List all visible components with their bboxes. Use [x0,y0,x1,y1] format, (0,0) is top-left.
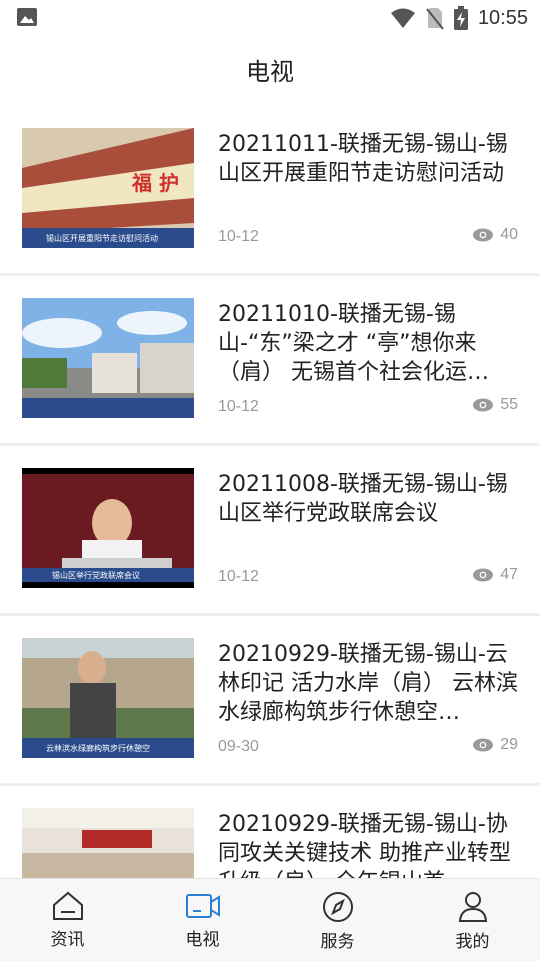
user-icon [458,892,487,922]
item-date: 10-12 [218,568,259,585]
tab-label: 我的 [455,932,490,952]
item-date: 10-12 [218,398,259,415]
tab-label: 服务 [320,932,355,952]
eye-icon [473,738,494,752]
list-item[interactable]: 20210929-联播无锡-锡山-协同攻关关键技术 助推产业转型升级（肩） 全年… [0,786,540,878]
clock: 10:55 [477,6,528,29]
video-thumbnail[interactable]: 锡山区举行党政联席会议 [22,468,194,588]
page-header: 电视 [0,48,540,96]
view-count: 47 [472,566,518,584]
tab-news[interactable]: 资讯 [0,879,135,961]
eye-icon [473,228,494,242]
thumbnail-caption: 云林滨水绿廊构筑步行休憩空 [46,743,150,753]
video-list[interactable]: 福 护 锡山区开展重阳节走访慰问活动 20211011-联播无锡-锡山-锡山区开… [0,106,540,878]
battery-charging-icon [453,6,468,30]
item-date: 10-12 [218,228,259,245]
video-camera-icon [185,894,220,918]
item-date: 09-30 [218,738,259,755]
eye-icon [473,568,494,582]
tab-services[interactable]: 服务 [270,879,405,961]
list-item[interactable]: 福 护 锡山区开展重阳节走访慰问活动 20211011-联播无锡-锡山-锡山区开… [0,106,540,276]
home-icon [52,891,83,920]
eye-icon [473,398,494,412]
tab-label: 资讯 [50,930,85,950]
item-title[interactable]: 20210929-联播无锡-锡山-云林印记 活力水岸（肩） 云林滨水绿廊构筑步行… [218,640,518,727]
wifi-icon [390,8,415,28]
tab-tv[interactable]: 电视 [135,879,270,961]
video-thumbnail[interactable] [22,298,194,418]
list-item[interactable]: 20211010-联播无锡-锡山-“东”梁之才 “亭”想你来（肩） 无锡首个社会… [0,276,540,446]
view-count-value: 55 [500,396,518,413]
compass-icon [322,892,353,922]
bottom-tab-bar: 资讯 电视 服务 我的 [0,878,540,961]
page-title: 电视 [246,58,294,86]
item-title[interactable]: 20211011-联播无锡-锡山-锡山区开展重阳节走访慰问活动 [218,130,518,188]
video-thumbnail[interactable]: 福 护 锡山区开展重阳节走访慰问活动 [22,128,194,248]
view-count-value: 47 [500,566,518,583]
svg-text:福 护: 福 护 [131,171,179,195]
list-item[interactable]: 云林滨水绿廊构筑步行休憩空 20210929-联播无锡-锡山-云林印记 活力水岸… [0,616,540,786]
view-count-value: 29 [500,736,518,753]
video-thumbnail[interactable] [22,808,194,878]
gallery-icon [17,8,37,26]
list-item[interactable]: 锡山区举行党政联席会议 20211008-联播无锡-锡山-锡山区举行党政联席会议… [0,446,540,616]
thumbnail-caption: 锡山区开展重阳节走访慰问活动 [46,233,158,243]
status-bar: 10:55 [0,0,540,36]
no-sim-icon [426,8,444,30]
view-count: 55 [472,396,518,414]
tab-me[interactable]: 我的 [405,879,540,961]
item-title[interactable]: 20211008-联播无锡-锡山-锡山区举行党政联席会议 [218,470,518,528]
video-thumbnail[interactable]: 云林滨水绿廊构筑步行休憩空 [22,638,194,758]
item-title[interactable]: 20211010-联播无锡-锡山-“东”梁之才 “亭”想你来（肩） 无锡首个社会… [218,300,518,387]
thumbnail-caption: 锡山区举行党政联席会议 [52,570,140,580]
item-title[interactable]: 20210929-联播无锡-锡山-协同攻关关键技术 助推产业转型升级（肩） 全年… [218,810,518,878]
view-count: 40 [472,226,518,244]
tab-label: 电视 [185,930,220,950]
view-count-value: 40 [500,226,518,243]
view-count: 29 [472,736,518,754]
